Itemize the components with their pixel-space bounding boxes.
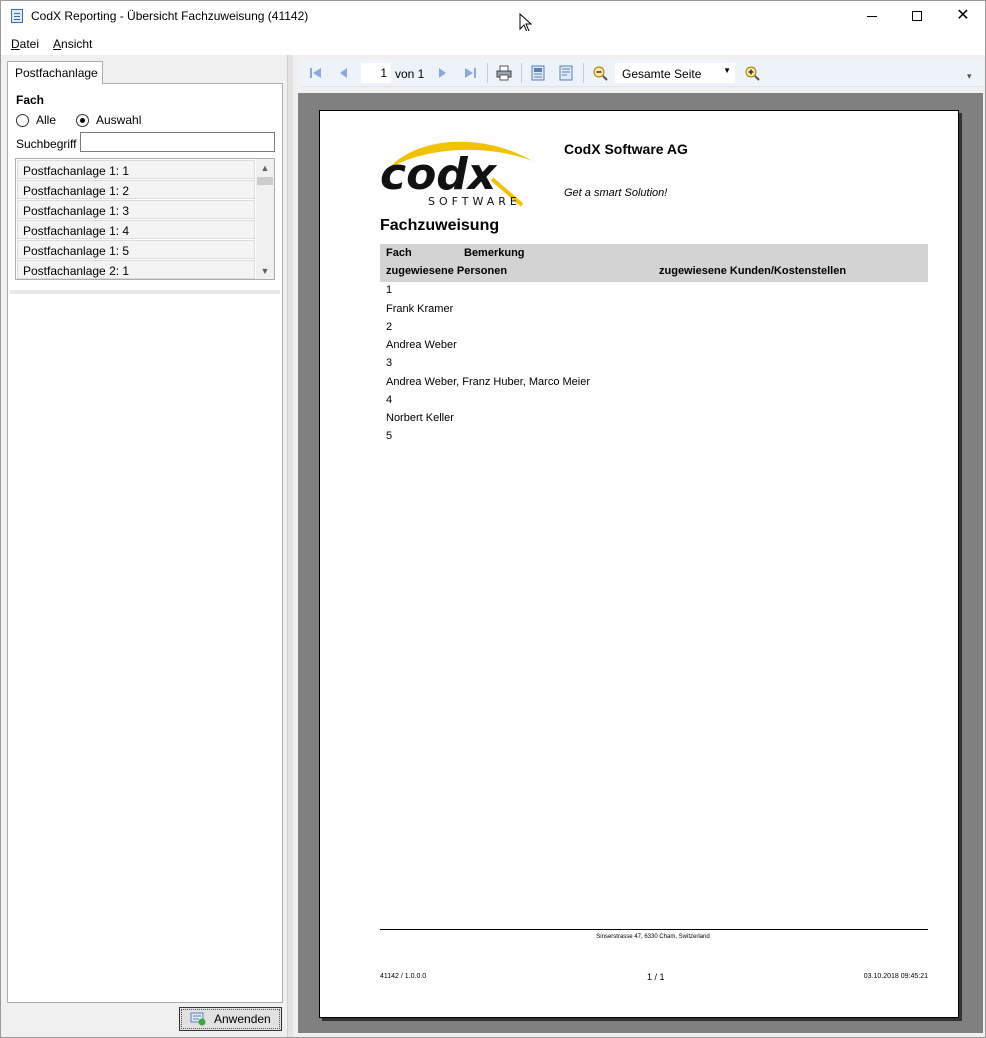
next-page-icon[interactable] bbox=[433, 64, 451, 82]
logo-wordmark: codx bbox=[380, 149, 498, 200]
panel-separator[interactable] bbox=[10, 290, 280, 294]
menu-bar: Datei Ansicht bbox=[1, 31, 985, 55]
minimize-button[interactable] bbox=[849, 1, 895, 31]
app-window: CodX Reporting - Übersicht Fachzuweisung… bbox=[0, 0, 986, 1038]
company-slogan: Get a smart Solution! bbox=[564, 187, 668, 199]
report-title: Fachzuweisung bbox=[380, 217, 500, 234]
header-personen: zugewiesene Personen bbox=[386, 265, 508, 277]
page-number-input[interactable] bbox=[361, 63, 391, 83]
scroll-thumb[interactable] bbox=[257, 177, 273, 185]
title-bar: CodX Reporting - Übersicht Fachzuweisung… bbox=[1, 1, 986, 33]
header-bemerkung: Bemerkung bbox=[464, 247, 525, 259]
footer-divider bbox=[380, 929, 928, 930]
radio-alle-circle bbox=[16, 113, 29, 127]
app-icon bbox=[11, 9, 23, 23]
report-row: Norbert Keller bbox=[386, 412, 454, 424]
zoom-select[interactable]: Gesamte Seite ▼ bbox=[615, 63, 735, 83]
list-item[interactable]: Postfachanlage 2: 1 bbox=[17, 260, 255, 279]
section-label-fach: Fach bbox=[16, 93, 45, 107]
search-label: Suchbegriff bbox=[16, 137, 77, 151]
close-button[interactable]: ✕ bbox=[940, 1, 986, 31]
last-page-icon[interactable] bbox=[461, 64, 479, 82]
scroll-down-icon[interactable]: ▼ bbox=[256, 262, 274, 279]
radio-auswahl-label: Auswahl bbox=[96, 113, 142, 127]
apply-button[interactable]: Anwenden bbox=[179, 1007, 282, 1031]
report-preview-area[interactable]: codx SOFTWARE CodX Software AG Get a sma… bbox=[298, 93, 983, 1033]
preview-toolbar: von 1 Gesamte Seite ▼ bbox=[301, 59, 983, 87]
toolbar-overflow-icon[interactable]: ▾ bbox=[967, 71, 972, 82]
company-name: CodX Software AG bbox=[564, 141, 688, 157]
list-item[interactable]: Postfachanlage 1: 5 bbox=[17, 240, 255, 259]
report-row: Andrea Weber bbox=[386, 339, 457, 351]
list-item[interactable]: Postfachanlage 1: 4 bbox=[17, 220, 255, 239]
report-row: 2 bbox=[386, 321, 393, 333]
footer-page-number: 1 / 1 bbox=[647, 972, 665, 982]
scroll-up-icon[interactable]: ▲ bbox=[256, 159, 274, 176]
window-title: CodX Reporting - Übersicht Fachzuweisung… bbox=[31, 9, 309, 23]
zoom-select-value: Gesamte Seite bbox=[622, 67, 702, 81]
footer-timestamp: 03.10.2018 09:45:21 bbox=[863, 973, 928, 980]
report-row: Frank Kramer bbox=[386, 303, 454, 315]
previous-page-icon[interactable] bbox=[335, 64, 353, 82]
radio-alle[interactable]: Alle bbox=[16, 113, 56, 127]
zoom-out-icon[interactable] bbox=[591, 64, 609, 82]
menu-ansicht[interactable]: Ansicht bbox=[53, 37, 92, 51]
toolbar-separator bbox=[521, 63, 522, 83]
footer-address: Sinserstrasse 47, 6330 Cham, Switzerland bbox=[596, 934, 710, 940]
zoom-in-icon[interactable] bbox=[743, 64, 761, 82]
first-page-icon[interactable] bbox=[307, 64, 325, 82]
tab-postfachanlage[interactable]: Postfachanlage bbox=[7, 61, 103, 84]
maximize-button[interactable] bbox=[894, 1, 940, 31]
report-row: Andrea Weber, Franz Huber, Marco Meier bbox=[386, 376, 590, 388]
list-scrollbar[interactable]: ▲ ▼ bbox=[256, 159, 274, 279]
page-setup-icon[interactable] bbox=[529, 64, 547, 82]
toolbar-separator bbox=[583, 63, 584, 83]
tab-panel: Fach Alle Auswahl Suchbegriff Postfachan… bbox=[7, 83, 283, 1003]
menu-datei-label: atei bbox=[19, 37, 40, 51]
search-input[interactable] bbox=[80, 132, 275, 152]
header-fach: Fach bbox=[386, 247, 412, 259]
report-row: 3 bbox=[386, 357, 393, 369]
report-row: 4 bbox=[386, 394, 393, 406]
report-row: 5 bbox=[386, 430, 393, 442]
close-icon: ✕ bbox=[956, 7, 970, 24]
radio-alle-label: Alle bbox=[36, 113, 57, 127]
print-icon[interactable] bbox=[495, 64, 513, 82]
splitter[interactable] bbox=[287, 55, 293, 1037]
list-item[interactable]: Postfachanlage 1: 3 bbox=[17, 200, 255, 219]
filter-apply-icon bbox=[190, 1012, 206, 1026]
menu-ansicht-label: nsicht bbox=[61, 37, 93, 51]
report-page: codx SOFTWARE CodX Software AG Get a sma… bbox=[319, 110, 959, 1018]
menu-datei[interactable]: Datei bbox=[11, 37, 39, 51]
report-header-band: Fach Bemerkung zugewiesene Personen zuge… bbox=[380, 244, 928, 282]
report-row: 1 bbox=[386, 284, 393, 296]
minimize-icon bbox=[867, 15, 877, 17]
menu-ansicht-accel: A bbox=[53, 37, 62, 51]
maximize-icon bbox=[912, 11, 922, 21]
chevron-down-icon: ▼ bbox=[723, 66, 731, 75]
footer-report-id: 41142 / 1.0.0.0 bbox=[380, 973, 427, 980]
list-item[interactable]: Postfachanlage 1: 1 bbox=[17, 160, 255, 179]
codx-logo: codx SOFTWARE bbox=[380, 139, 540, 209]
export-icon[interactable] bbox=[557, 64, 575, 82]
filter-panel: Postfachanlage Fach Alle Auswahl Suchbeg… bbox=[1, 55, 291, 1037]
header-kunden: zugewiesene Kunden/Kostenstellen bbox=[659, 265, 847, 277]
postfach-listbox[interactable]: Postfachanlage 1: 1 Postfachanlage 1: 2 … bbox=[15, 158, 275, 280]
radio-auswahl[interactable]: Auswahl bbox=[76, 113, 141, 127]
logo-subtitle: SOFTWARE bbox=[428, 195, 521, 208]
radio-auswahl-circle bbox=[76, 113, 89, 127]
menu-datei-accel: D bbox=[11, 37, 20, 51]
list-item[interactable]: Postfachanlage 1: 2 bbox=[17, 180, 255, 199]
page-count-label: von 1 bbox=[395, 67, 425, 81]
toolbar-separator bbox=[487, 63, 488, 83]
